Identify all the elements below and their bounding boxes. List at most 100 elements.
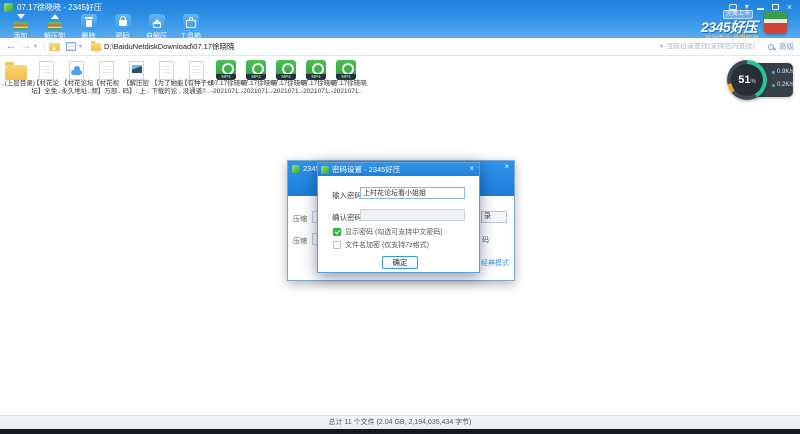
toolbox-icon xyxy=(181,14,201,30)
mp4-badge: MP4 xyxy=(216,74,236,80)
password-dialog-title: 密码设置 - 2345好压 xyxy=(332,164,400,175)
show-password-option[interactable]: 显示密码 (勾选可支持中文密码) xyxy=(333,227,443,237)
download-speed-row: 0.2K/s xyxy=(772,82,794,88)
password-dialog-titlebar: 密码设置 - 2345好压 × xyxy=(318,163,479,176)
title-bar: 07.17徐晓晓 - 2345好压 ▾ × xyxy=(0,0,800,14)
divider xyxy=(44,42,45,52)
search-icon[interactable] xyxy=(768,44,774,50)
image-file-icon xyxy=(129,61,144,80)
search-box xyxy=(666,43,774,50)
file-name: 【村花论坛 xyxy=(61,80,91,88)
file-item[interactable]: MP4 07.17徐晓晓-2021071.. xyxy=(271,58,301,95)
text-file-icon xyxy=(159,61,174,80)
file-name: 【解压密 xyxy=(121,80,151,88)
forward-icon[interactable]: → xyxy=(21,42,31,52)
video-file-icon: MP4 xyxy=(276,60,296,80)
file-name: 07.17徐晓晓 xyxy=(331,80,361,88)
classic-mode-link[interactable]: 经典模式 xyxy=(481,258,513,268)
status-summary: 总计 11 个文件 (2.04 GB, 2,194,035,434 字节) xyxy=(328,419,471,426)
enter-password-input[interactable] xyxy=(360,187,465,199)
password-button[interactable]: 密码 xyxy=(107,14,138,41)
file-name: 【有种子却 xyxy=(181,80,211,88)
add-button[interactable]: 添加 xyxy=(5,14,36,41)
file-name: 07.17徐晓晓 xyxy=(301,80,331,88)
compress-row2-label: 压缩 xyxy=(293,236,307,246)
file-item[interactable]: MP4 07.17徐晓晓-2021071.. xyxy=(241,58,271,95)
dialog-app-icon xyxy=(292,165,300,173)
current-path[interactable]: D:\BaiduNetdiskDownload\07.17徐晓晓 xyxy=(104,41,234,52)
delete-button[interactable]: 删除 xyxy=(73,14,104,41)
file-item[interactable]: MP4 07.17徐晓晓-2021071.. xyxy=(301,58,331,95)
selfextract-button[interactable]: 自解压 xyxy=(141,14,172,41)
upload-dot-icon xyxy=(772,71,775,74)
file-item[interactable]: 【有种子却没通道?.. xyxy=(181,58,211,95)
up-folder-icon[interactable] xyxy=(49,43,60,51)
video-file-icon: MP4 xyxy=(306,60,326,80)
file-item[interactable]: 【解压密码】: 上.. xyxy=(121,58,151,95)
gauge-percent-unit: % xyxy=(750,79,755,85)
path-folder-icon xyxy=(91,43,101,51)
view-mode-icon[interactable] xyxy=(66,42,76,51)
extract-to-button[interactable]: 解压到 xyxy=(39,14,70,41)
view-caret-icon[interactable]: ▾ xyxy=(79,43,82,50)
taskbar-strip xyxy=(0,429,800,434)
password-text-fragment: 码 xyxy=(482,235,489,245)
file-item[interactable]: 【村花视频】万部.. xyxy=(91,58,121,95)
dialog-app-icon xyxy=(321,166,329,174)
window-title: 07.17徐晓晓 - 2345好压 xyxy=(17,2,102,13)
filename-encrypt-text: 文件名加密 (仅支持7z格式) xyxy=(345,240,429,250)
confirm-password-label: 确认密码 xyxy=(332,212,362,223)
file-name: 【村花论 xyxy=(31,80,61,88)
back-icon[interactable]: ← xyxy=(6,42,16,52)
path-box[interactable]: D:\BaiduNetdiskDownload\07.17徐晓晓 xyxy=(91,41,657,52)
compress-row1-label: 压缩 xyxy=(293,214,307,224)
usage-gauge[interactable]: 51% xyxy=(727,60,767,100)
brand-logo-icon xyxy=(764,11,787,34)
password-dialog: 密码设置 - 2345好压 × 输入密码 确认密码 显示密码 (勾选可支持中文密… xyxy=(317,162,480,273)
trash-icon xyxy=(79,14,99,30)
file-name: ..(上层目录) xyxy=(1,80,31,88)
file-item-parent-dir[interactable]: ..(上层目录) xyxy=(1,58,31,88)
folder-icon xyxy=(5,65,27,80)
enter-password-label: 输入密码 xyxy=(332,190,362,201)
password-dialog-close-button[interactable]: × xyxy=(469,164,474,173)
filename-encrypt-checkbox[interactable] xyxy=(333,241,341,249)
file-item[interactable]: MP4 07.17徐晓晓-2021071.. xyxy=(331,58,361,95)
compress-dialog-close-button[interactable]: × xyxy=(504,162,509,171)
confirm-password-input[interactable] xyxy=(360,209,465,221)
url-file-icon xyxy=(69,61,84,80)
advanced-search-link[interactable]: 高级 xyxy=(779,41,794,52)
mp4-badge: MP4 xyxy=(276,74,296,80)
file-item[interactable]: 【村花论坛永久地址.. xyxy=(61,58,91,95)
brand-area: 完美上市 2345好压 高效专业,值得信赖 xyxy=(698,9,796,38)
file-name: 07.17徐晓晓 xyxy=(211,80,241,88)
history-caret-icon[interactable]: ▾ xyxy=(34,43,37,50)
show-password-text: 显示密码 (勾选可支持中文密码) xyxy=(345,227,443,237)
file-item[interactable]: MP4 07.17徐晓晓-2021071.. xyxy=(211,58,241,95)
selfextract-icon xyxy=(147,14,167,30)
file-item[interactable]: 【村花论坛】全免.. xyxy=(31,58,61,95)
path-caret-icon[interactable]: ▾ xyxy=(660,43,663,50)
speed-widget[interactable]: 51% 0.9K/s 0.2K/s xyxy=(727,60,793,100)
add-icon xyxy=(11,14,31,30)
upload-speed-row: 0.9K/s xyxy=(772,69,794,75)
search-input[interactable] xyxy=(666,43,764,50)
text-file-icon xyxy=(39,61,54,80)
app-icon xyxy=(4,3,13,12)
show-password-checkbox[interactable] xyxy=(333,228,341,236)
mp4-badge: MP4 xyxy=(306,74,326,80)
browse-button-fragment[interactable]: 录 xyxy=(481,211,507,223)
file-name: 07.17徐晓晓 xyxy=(271,80,301,88)
filename-encrypt-option[interactable]: 文件名加密 (仅支持7z格式) xyxy=(333,240,429,250)
file-name: 07.17徐晓晓 xyxy=(241,80,271,88)
mp4-badge: MP4 xyxy=(336,74,356,80)
ok-button[interactable]: 确定 xyxy=(382,256,418,269)
toolbar: 添加 解压到 删除 密码 xyxy=(5,14,206,41)
video-file-icon: MP4 xyxy=(216,60,236,80)
gauge-percent: 51 xyxy=(738,74,750,86)
toolbox-button[interactable]: 工具箱 xyxy=(175,14,206,41)
text-file-icon xyxy=(189,61,204,80)
lock-icon xyxy=(113,14,133,30)
mp4-badge: MP4 xyxy=(246,74,266,80)
file-item[interactable]: 【为了她能下载的论.. xyxy=(151,58,181,95)
